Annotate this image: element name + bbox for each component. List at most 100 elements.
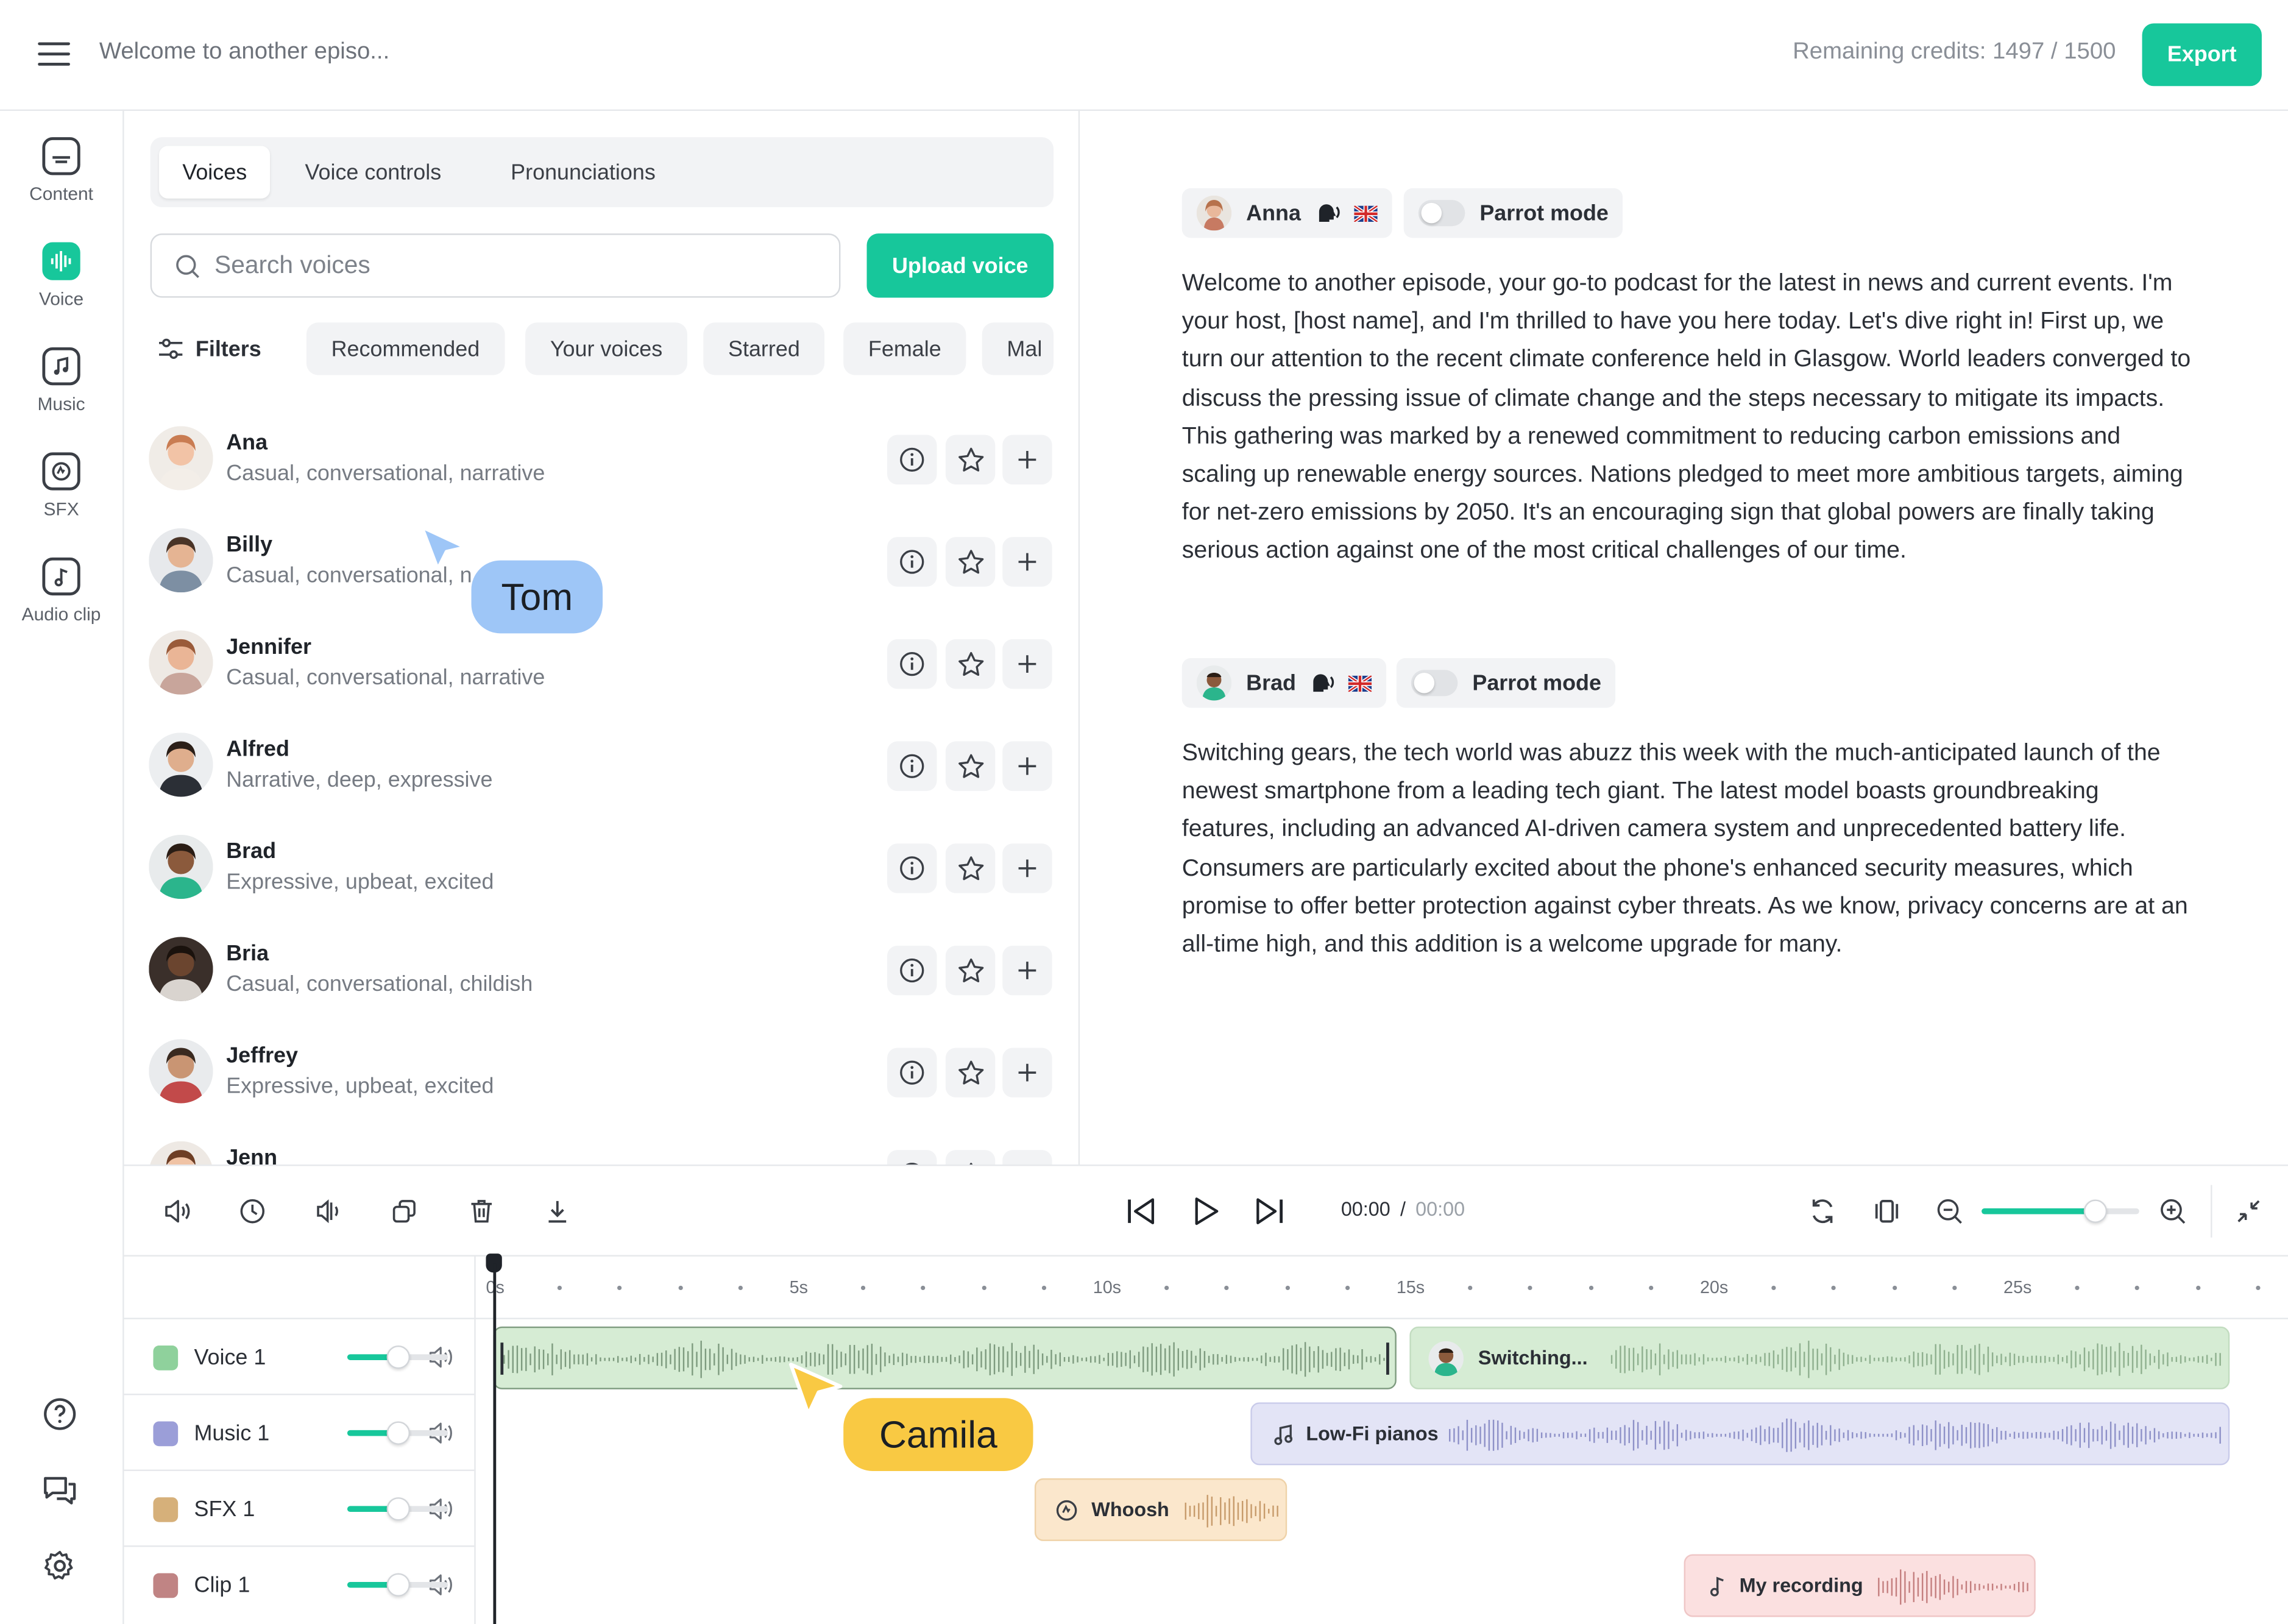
- star-icon[interactable]: [945, 639, 996, 689]
- fit-width-icon[interactable]: [1868, 1193, 1905, 1230]
- track-volume-slider[interactable]: [347, 1573, 448, 1597]
- slider-knob[interactable]: [386, 1497, 409, 1521]
- voice-clip-brad[interactable]: Switching...: [1409, 1326, 2230, 1389]
- clip-trim-handle[interactable]: [1386, 1342, 1389, 1375]
- nav-item-music[interactable]: Music: [0, 347, 122, 414]
- add-voice-plus-icon[interactable]: [1002, 639, 1052, 689]
- info-icon[interactable]: [887, 741, 937, 791]
- feedback-icon[interactable]: [41, 1471, 79, 1509]
- star-icon[interactable]: [945, 1048, 996, 1097]
- project-title[interactable]: Welcome to another episo...: [99, 40, 389, 66]
- star-icon[interactable]: [945, 741, 996, 791]
- play-icon[interactable]: [1186, 1193, 1224, 1230]
- sfx-clip[interactable]: Whoosh: [1034, 1478, 1287, 1541]
- loop-icon[interactable]: [1804, 1193, 1841, 1230]
- clip-trim-handle[interactable]: [500, 1342, 504, 1375]
- add-voice-plus-icon[interactable]: [1002, 843, 1052, 893]
- menu-icon[interactable]: [38, 42, 70, 66]
- voice-row[interactable]: Bria Casual, conversational, childish: [124, 923, 1078, 1025]
- waveform: [503, 1341, 1385, 1378]
- nav-item-voice[interactable]: Voice: [0, 242, 122, 310]
- voice-row[interactable]: Alfred Narrative, deep, expressive: [124, 718, 1078, 820]
- nav-item-content[interactable]: Content: [0, 137, 122, 204]
- voice-row[interactable]: Ana Casual, conversational, narrative: [124, 411, 1078, 514]
- star-icon[interactable]: [945, 537, 996, 587]
- star-icon[interactable]: [945, 434, 996, 485]
- parrot-mode-toggle-brad[interactable]: Parrot mode: [1396, 658, 1616, 708]
- collapse-icon[interactable]: [2230, 1193, 2267, 1230]
- info-icon[interactable]: [887, 843, 937, 893]
- track-header[interactable]: Music 1: [124, 1395, 475, 1471]
- voice-clip-anna[interactable]: [493, 1326, 1397, 1389]
- script-paragraph-brad[interactable]: Switching gears, the tech world was abuz…: [1182, 734, 2192, 964]
- voice-row[interactable]: Jenn: [124, 1127, 1078, 1165]
- filter-chip-recommended[interactable]: Recommended: [306, 322, 505, 375]
- slider-knob[interactable]: [386, 1346, 409, 1369]
- slider-knob[interactable]: [386, 1573, 409, 1597]
- filter-chip-your-voices[interactable]: Your voices: [525, 322, 687, 375]
- track-header[interactable]: Voice 1: [124, 1319, 475, 1395]
- voice-row[interactable]: Jeffrey Expressive, upbeat, excited: [124, 1024, 1078, 1127]
- filter-chip-female[interactable]: Female: [843, 322, 966, 375]
- duplicate-icon[interactable]: [385, 1193, 423, 1230]
- nav-item-audio-clip[interactable]: Audio clip: [0, 557, 122, 625]
- help-icon[interactable]: [41, 1395, 79, 1433]
- nav-item-sfx[interactable]: SFX: [0, 452, 122, 520]
- split-icon[interactable]: [310, 1193, 347, 1230]
- info-icon[interactable]: [887, 1150, 937, 1165]
- voice-row[interactable]: Brad Expressive, upbeat, excited: [124, 820, 1078, 923]
- speaker-selector-brad[interactable]: Brad: [1181, 658, 1387, 708]
- upload-voice-button[interactable]: Upload voice: [866, 233, 1054, 298]
- zoom-out-icon[interactable]: [1930, 1193, 1968, 1230]
- track-volume-slider[interactable]: [347, 1346, 448, 1369]
- filter-chip-starred[interactable]: Starred: [703, 322, 825, 375]
- add-voice-plus-icon[interactable]: [1002, 434, 1052, 485]
- playhead-line[interactable]: [493, 1263, 496, 1624]
- filter-chip-male[interactable]: Mal: [982, 322, 1054, 375]
- zoom-slider-knob[interactable]: [2083, 1199, 2107, 1223]
- info-icon[interactable]: [887, 639, 937, 689]
- track-volume-slider[interactable]: [347, 1421, 448, 1445]
- settings-gear-icon[interactable]: [41, 1547, 79, 1584]
- info-icon[interactable]: [887, 537, 937, 587]
- track-header[interactable]: SFX 1: [124, 1471, 475, 1547]
- voice-row[interactable]: Jennifer Casual, conversational, narrativ…: [124, 616, 1078, 718]
- zoom-slider[interactable]: [1982, 1199, 2139, 1223]
- slider-knob[interactable]: [386, 1421, 409, 1445]
- speaker-selector-anna[interactable]: Anna: [1181, 188, 1392, 238]
- star-icon[interactable]: [945, 843, 996, 893]
- recording-clip[interactable]: My recording: [1684, 1554, 2036, 1617]
- ruler-tick-dot: [1224, 1285, 1229, 1291]
- info-icon[interactable]: [887, 1048, 937, 1097]
- download-icon[interactable]: [539, 1193, 576, 1230]
- add-voice-plus-icon[interactable]: [1002, 1048, 1052, 1097]
- tab-voices[interactable]: Voices: [159, 146, 271, 199]
- filters-button[interactable]: Filters: [158, 330, 261, 367]
- export-button[interactable]: Export: [2142, 23, 2262, 87]
- parrot-mode-toggle-anna[interactable]: Parrot mode: [1403, 188, 1623, 238]
- volume-icon[interactable]: [158, 1193, 196, 1230]
- toggle-switch[interactable]: [1418, 200, 1465, 227]
- add-voice-plus-icon[interactable]: [1002, 537, 1052, 587]
- add-voice-plus-icon[interactable]: [1002, 945, 1052, 996]
- search-input[interactable]: [214, 250, 798, 280]
- add-voice-plus-icon[interactable]: [1002, 1150, 1052, 1165]
- script-paragraph-anna[interactable]: Welcome to another episode, your go-to p…: [1182, 264, 2192, 570]
- tab-pronunciations[interactable]: Pronunciations: [487, 146, 679, 198]
- star-icon[interactable]: [945, 945, 996, 996]
- music-clip[interactable]: Low-Fi pianos: [1250, 1402, 2230, 1466]
- info-icon[interactable]: [887, 945, 937, 996]
- tab-voice-controls[interactable]: Voice controls: [282, 146, 464, 198]
- track-header[interactable]: Clip 1: [124, 1547, 475, 1623]
- info-icon[interactable]: [887, 434, 937, 485]
- skip-back-icon[interactable]: [1122, 1193, 1160, 1230]
- skip-forward-icon[interactable]: [1250, 1193, 1288, 1230]
- clock-icon[interactable]: [233, 1193, 271, 1230]
- track-name: Clip 1: [194, 1572, 250, 1598]
- trash-icon[interactable]: [462, 1193, 500, 1230]
- track-volume-slider[interactable]: [347, 1497, 448, 1521]
- zoom-in-icon[interactable]: [2154, 1193, 2192, 1230]
- add-voice-plus-icon[interactable]: [1002, 741, 1052, 791]
- toggle-switch[interactable]: [1411, 670, 1458, 697]
- star-icon[interactable]: [945, 1150, 996, 1165]
